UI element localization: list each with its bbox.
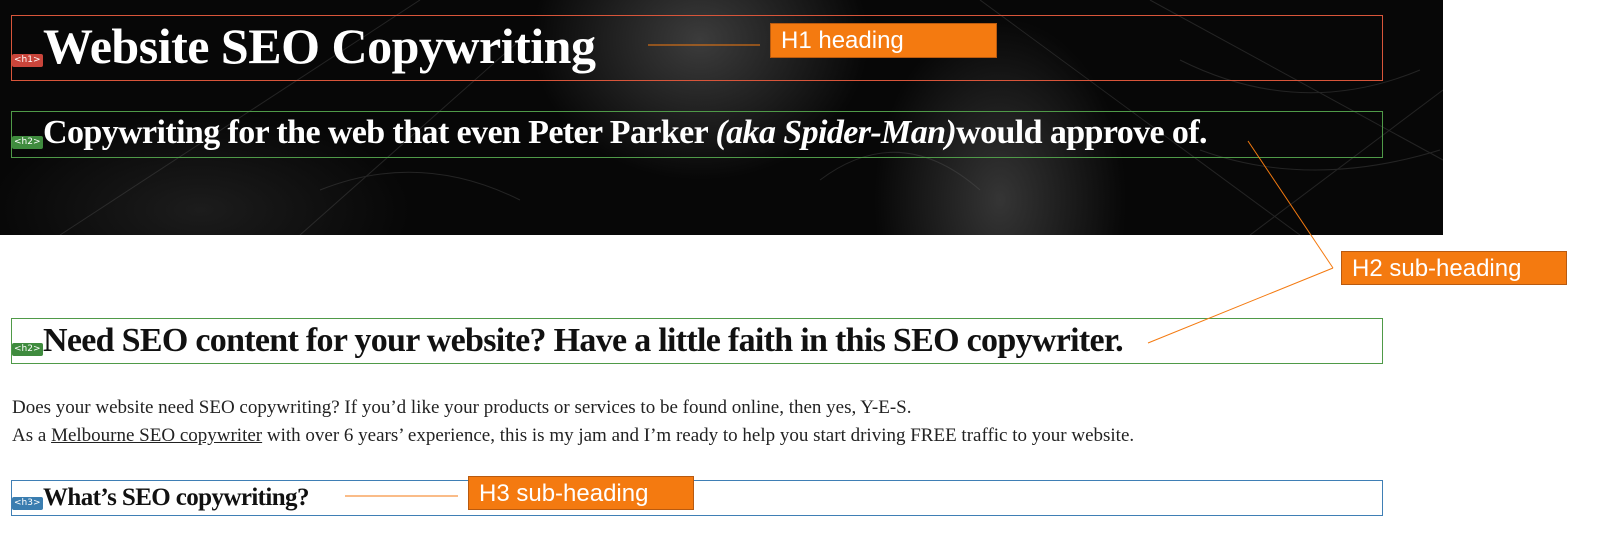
hero-subheading-end: would approve of. (956, 114, 1207, 151)
hero-h2-tag-badge: <h2> (12, 136, 43, 149)
hero-subheading: Copywriting for the web that even Peter … (43, 114, 1208, 152)
melbourne-seo-copywriter-link[interactable]: Melbourne SEO copywriter (51, 425, 262, 446)
paragraph-2-end: with over 6 years’ experience, this is m… (262, 425, 1135, 446)
main-subheading: Need SEO content for your website? Have … (43, 322, 1124, 359)
h1-heading-callout: H1 heading (770, 23, 997, 58)
section-heading: What’s SEO copywriting? (43, 484, 309, 511)
paragraph-2-start: As a (12, 425, 52, 446)
hero-subheading-start: Copywriting for the web that even Peter … (43, 114, 716, 151)
h3-subheading-callout: H3 sub-heading (468, 476, 694, 510)
h3-tag-badge: <h3> (12, 497, 43, 510)
intro-paragraph-1: Does your website need SEO copywriting? … (12, 397, 912, 418)
h1-tag-badge: <h1> (12, 54, 43, 67)
hero-subheading-italic: (aka Spider-Man) (715, 114, 957, 151)
main-h2-tag-badge: <h2> (12, 343, 43, 356)
h2-subheading-callout: H2 sub-heading (1341, 251, 1567, 285)
page-title: Website SEO Copywriting (43, 18, 596, 74)
intro-paragraph-2: As a Melbourne SEO copywriter with over … (12, 425, 1134, 447)
